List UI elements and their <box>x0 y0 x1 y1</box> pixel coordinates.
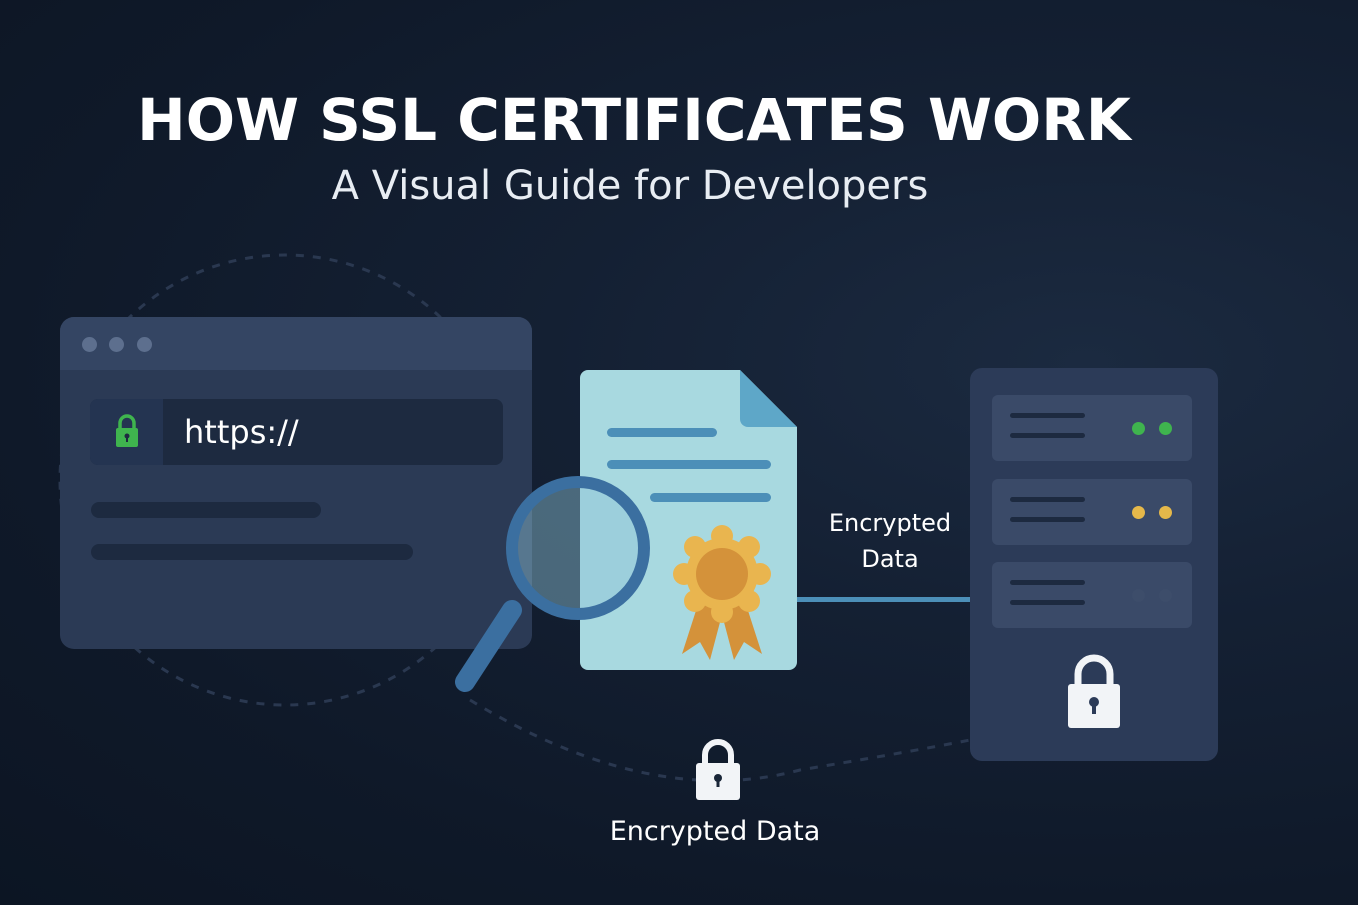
unit-line <box>1010 517 1085 522</box>
page-subtitle: A Visual Guide for Developers <box>331 163 929 209</box>
server-rack <box>970 368 1218 761</box>
magnifying-glass-icon <box>455 476 650 692</box>
status-led-icon <box>1132 422 1145 435</box>
award-ribbon-icon <box>673 525 771 660</box>
unit-line <box>1010 600 1085 605</box>
unit-line <box>1010 580 1085 585</box>
browser-titlebar <box>60 317 532 370</box>
content-placeholder-line <box>91 502 321 518</box>
server-unit <box>992 479 1192 545</box>
padlock-icon <box>696 739 740 800</box>
page-title: HOW SSL CERTIFICATES WORK <box>137 86 1131 154</box>
unit-line <box>1010 497 1085 502</box>
server-unit <box>992 395 1192 461</box>
url-bar[interactable]: https:// <box>90 399 503 465</box>
url-text: https:// <box>184 413 299 451</box>
unit-line <box>1010 413 1085 418</box>
status-led-icon <box>1132 506 1145 519</box>
status-led-icon <box>1159 589 1172 602</box>
status-led-icon <box>1159 422 1172 435</box>
padlock-icon <box>1068 654 1120 728</box>
window-dot-icon <box>109 337 124 352</box>
status-led-icon <box>1132 589 1145 602</box>
ssl-diagram: HOW SSL CERTIFICATES WORK A Visual Guide… <box>0 0 1358 905</box>
content-placeholder-line <box>91 544 413 560</box>
unit-line <box>1010 433 1085 438</box>
encrypted-connection-line <box>797 597 970 602</box>
lock-icon <box>116 414 138 447</box>
encrypted-data-caption: Encrypted Data <box>609 816 821 847</box>
window-dot-icon <box>137 337 152 352</box>
status-led-icon <box>1159 506 1172 519</box>
server-unit <box>992 562 1192 628</box>
encrypted-data-label: Encrypted Data <box>828 509 952 573</box>
window-dot-icon <box>82 337 97 352</box>
url-lock-container <box>90 399 163 465</box>
